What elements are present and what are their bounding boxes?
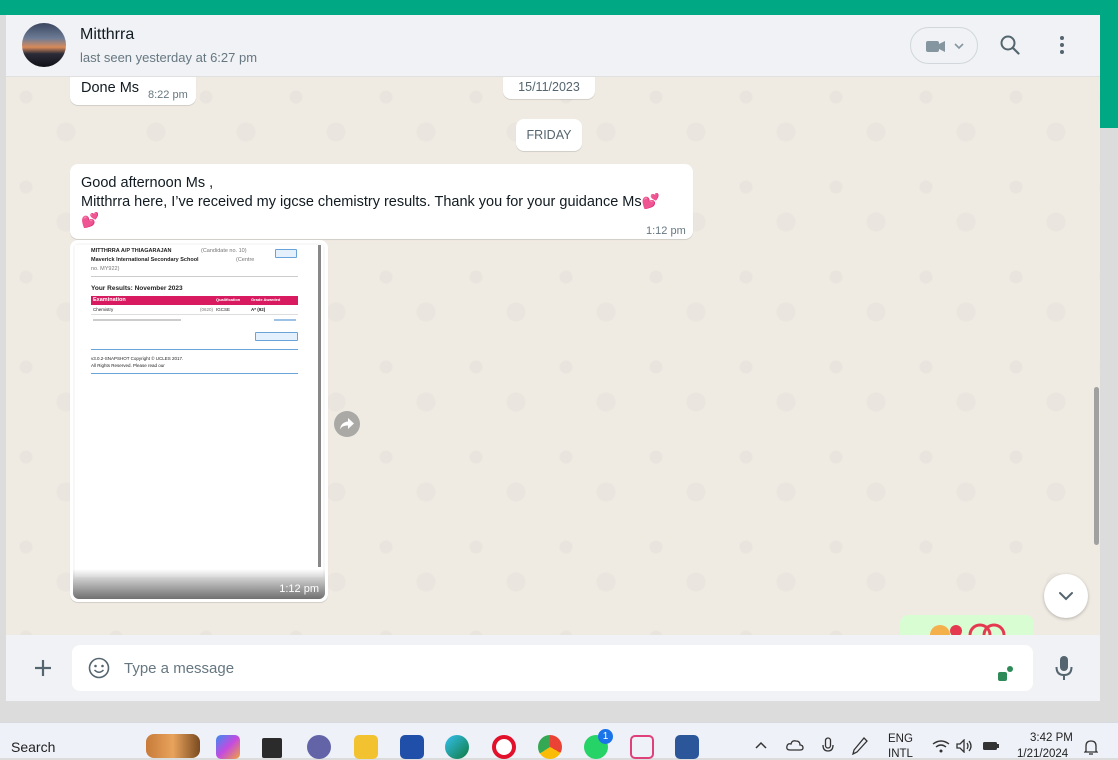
- whatsapp-window: Mitthrra last seen yesterday at 6:27 pm: [6, 15, 1100, 701]
- doc-centre-no: no. MY922): [91, 266, 120, 272]
- message-bubble[interactable]: Good afternoon Ms , Mitthrra here, I’ve …: [70, 164, 693, 239]
- forward-icon: [340, 418, 354, 430]
- hearts-sticker-icon: [930, 623, 1006, 635]
- doc-heading: Your Results: November 2023: [91, 285, 183, 292]
- contact-last-seen: last seen yesterday at 6:27 pm: [80, 50, 258, 65]
- search-highlight-icon[interactable]: [146, 734, 200, 758]
- forward-button[interactable]: [334, 411, 360, 437]
- message-text: Done Ms: [81, 80, 140, 96]
- pen-icon[interactable]: [852, 737, 868, 755]
- menu-dots-icon: [1060, 36, 1064, 54]
- wifi-icon[interactable]: [932, 740, 950, 753]
- contact-name[interactable]: Mitthrra: [80, 26, 134, 44]
- emoji-icon[interactable]: [88, 657, 110, 679]
- task-view-icon[interactable]: [262, 738, 282, 758]
- chevron-up-icon[interactable]: [755, 741, 767, 749]
- word-icon[interactable]: [675, 735, 699, 759]
- message-text-line: 💕: [81, 213, 100, 229]
- opera-icon[interactable]: [492, 735, 516, 759]
- snipping-tool-icon[interactable]: [630, 735, 654, 759]
- language-indicator-top[interactable]: ENG: [888, 733, 913, 745]
- results-document-image: MITTHRRA A/P THIAGARAJAN (Candidate no. …: [75, 245, 323, 577]
- voice-message-button[interactable]: [1050, 653, 1078, 683]
- language-indicator-bottom[interactable]: INTL: [888, 748, 913, 760]
- doc-divider: [91, 373, 298, 374]
- plus-icon: [35, 660, 51, 676]
- whatsapp-notification-badge: 1: [598, 729, 613, 744]
- chat-header[interactable]: Mitthrra last seen yesterday at 6:27 pm: [6, 15, 1100, 77]
- message-text-line: Mitthrra here, I’ve received my igcse ch…: [81, 194, 660, 210]
- doc-divider: [91, 314, 298, 315]
- doc-candidate-name: MITTHRRA A/P THIAGARAJAN: [91, 248, 172, 254]
- day-divider: FRIDAY: [516, 119, 582, 151]
- chevron-down-icon: [1059, 592, 1073, 601]
- attach-button[interactable]: [30, 655, 56, 681]
- message-composer: [6, 635, 1100, 701]
- doc-footer-rights: All Rights Reserved. Please read our: [91, 363, 165, 368]
- message-input-wrapper[interactable]: [72, 645, 1033, 691]
- doc-candidate-no: (Candidate no. 10): [201, 248, 247, 254]
- date-divider: 15/11/2023: [503, 77, 595, 99]
- doc-divider: [91, 276, 298, 277]
- meet-chat-icon[interactable]: [307, 735, 331, 759]
- doc-link: [274, 319, 296, 321]
- message-bubble[interactable]: Done Ms 8:22 pm: [70, 77, 196, 105]
- doc-school: Maverick International Secondary School: [91, 257, 199, 263]
- video-camera-icon: [926, 41, 964, 52]
- contact-avatar[interactable]: [22, 23, 66, 67]
- doc-table-header: Examination Qualification Grade Awarded: [91, 296, 298, 305]
- doc-row-code: (0620): [200, 307, 214, 312]
- microsoft-store-icon[interactable]: [400, 735, 424, 759]
- doc-footer-version: v3.0.2-SNAPSHOT Copyright © UCLES 2017.: [91, 356, 184, 361]
- doc-what-to-do-button: [255, 332, 298, 341]
- menu-button[interactable]: [1048, 31, 1076, 59]
- doc-scrollbar: [318, 245, 321, 567]
- message-input[interactable]: [124, 657, 984, 679]
- message-text-line: Good afternoon Ms ,: [81, 175, 214, 191]
- clock-date[interactable]: 1/21/2024: [1017, 748, 1068, 760]
- volume-icon[interactable]: [956, 739, 974, 753]
- doc-row-subject: Chemistry: [93, 307, 114, 312]
- copilot-icon[interactable]: [216, 735, 240, 759]
- edge-icon[interactable]: [445, 735, 469, 759]
- search-chat-button[interactable]: [996, 31, 1024, 59]
- image-message[interactable]: MITTHRRA A/P THIAGARAJAN (Candidate no. …: [70, 240, 328, 602]
- file-explorer-icon[interactable]: [354, 735, 378, 759]
- doc-print-button: [275, 249, 297, 258]
- microphone-icon: [1055, 656, 1073, 680]
- clock-time[interactable]: 3:42 PM: [1030, 732, 1073, 744]
- battery-icon[interactable]: [982, 740, 1000, 752]
- scroll-to-bottom-button[interactable]: [1044, 574, 1088, 618]
- notification-bell-icon[interactable]: [1084, 739, 1098, 755]
- window-accent-bar: [0, 0, 1118, 15]
- message-time: 1:12 pm: [646, 225, 686, 237]
- video-call-button[interactable]: [910, 27, 978, 64]
- doc-col-qualification: Qualification: [216, 297, 241, 302]
- doc-divider: [91, 349, 298, 350]
- chat-scrollbar[interactable]: [1094, 387, 1099, 545]
- onedrive-icon[interactable]: [786, 739, 804, 751]
- doc-row-grade: A* (92): [251, 307, 266, 312]
- windows-taskbar: Search 1 ENG INTL 3:42 PM 1/21/2024: [0, 722, 1118, 760]
- message-time: 8:22 pm: [148, 89, 188, 101]
- grammar-extension-icon[interactable]: [996, 665, 1014, 683]
- chrome-icon[interactable]: [538, 735, 562, 759]
- window-accent-strip: [1100, 15, 1118, 128]
- doc-col-exam: Examination: [93, 297, 126, 303]
- search-icon: [1000, 35, 1020, 55]
- outgoing-message-peek[interactable]: [900, 615, 1034, 635]
- doc-centre: (Centre: [236, 257, 255, 263]
- doc-row-qualification: IGCSE: [216, 307, 231, 312]
- image-time: 1:12 pm: [279, 583, 319, 595]
- doc-col-grade: Grade Awarded: [251, 297, 281, 302]
- message-list[interactable]: Done Ms 8:22 pm 15/11/2023 FRIDAY Good a…: [6, 77, 1100, 635]
- tray-microphone-icon[interactable]: [822, 737, 834, 755]
- image-thumbnail[interactable]: MITTHRRA A/P THIAGARAJAN (Candidate no. …: [73, 243, 325, 599]
- doc-fine-print: [93, 319, 181, 321]
- taskbar-search[interactable]: Search: [11, 739, 55, 755]
